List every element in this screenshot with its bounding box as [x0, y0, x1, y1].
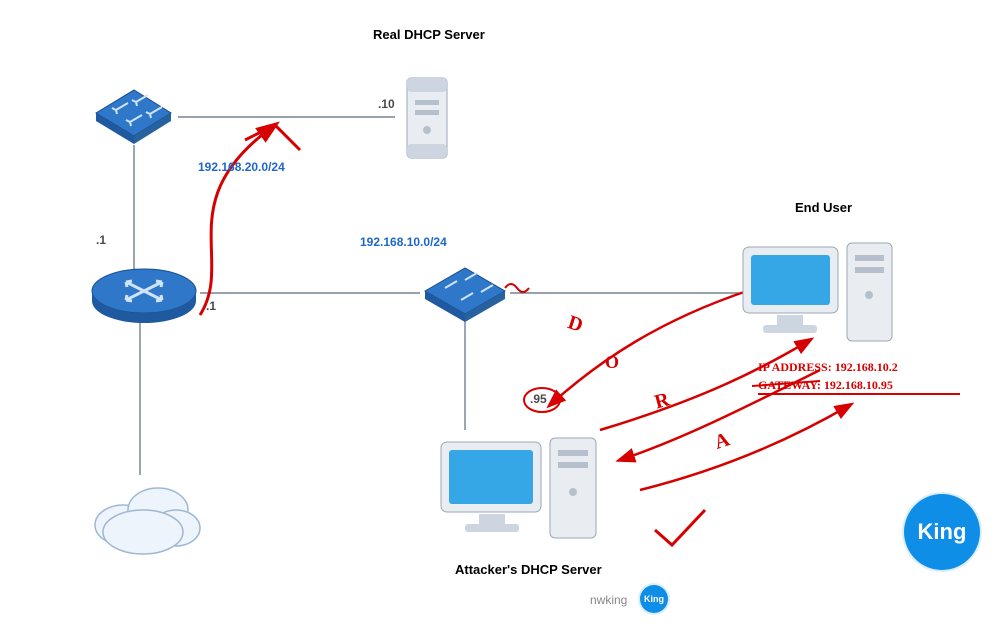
king-badge-small: King	[640, 585, 668, 613]
end-user-title: End User	[795, 200, 852, 215]
cloud-icon	[78, 470, 208, 560]
switch-center-icon	[415, 256, 515, 328]
switch-top-icon	[86, 78, 181, 148]
footer-text: nwking	[590, 593, 627, 607]
router-right-ip-label: .1	[206, 299, 216, 313]
router-icon	[86, 255, 201, 335]
real-dhcp-server-icon	[395, 70, 465, 170]
router-top-ip-label: .1	[96, 233, 106, 247]
subnet-top-label: 192.168.20.0/24	[198, 160, 285, 174]
real-server-ip-label: .10	[378, 97, 395, 111]
real-dhcp-title: Real DHCP Server	[373, 27, 485, 42]
attacker-dhcp-title: Attacker's DHCP Server	[455, 562, 602, 577]
subnet-mid-label: 192.168.10.0/24	[360, 235, 447, 249]
enduser-ip-line1: IP ADDRESS: 192.168.10.2	[758, 360, 898, 375]
dora-o: O	[605, 352, 619, 373]
attacker-ip-label: .95	[530, 392, 547, 406]
attacker-pc-icon	[435, 420, 610, 555]
king-badge: King	[904, 494, 980, 570]
enduser-ip-line2: GATEWAY: 192.168.10.95	[758, 378, 893, 393]
end-user-pc-icon	[735, 225, 905, 355]
